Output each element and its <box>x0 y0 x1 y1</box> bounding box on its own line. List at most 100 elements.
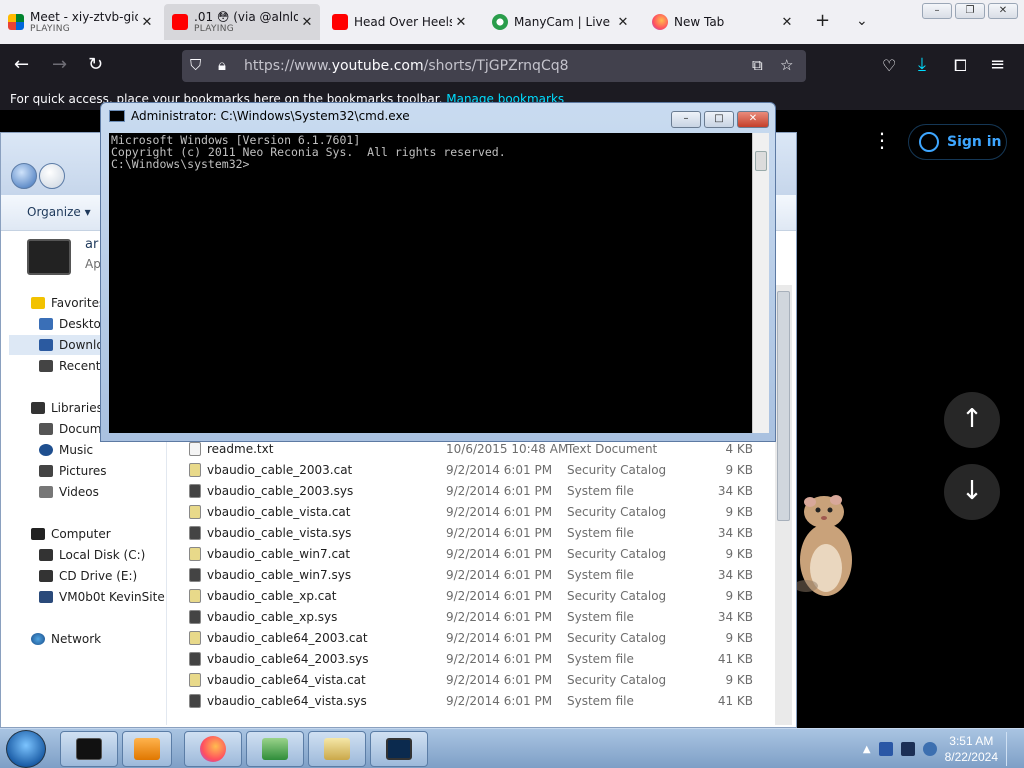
file-name: vbaudio_cable64_2003.cat <box>207 631 368 645</box>
taskbar-firefox[interactable] <box>184 731 242 767</box>
console-prompt: C:\Windows\system32> <box>111 157 250 171</box>
nav-favorites[interactable]: Favorites <box>31 293 105 313</box>
tracking-shield-icon[interactable]: ⛉ <box>190 56 201 74</box>
forward-icon[interactable]: → <box>52 54 67 75</box>
desktop-icon <box>39 318 53 330</box>
file-row[interactable]: vbaudio_cable_win7.cat 9/2/2014 6:01 PM Se… <box>171 544 767 565</box>
network-drive-icon <box>39 591 53 603</box>
url-text[interactable]: https://www.youtube.com/shorts/TjGPZrnqC… <box>244 58 569 74</box>
console-output[interactable]: Microsoft Windows [Version 6.1.7601] Copy… <box>109 133 752 433</box>
display-tray-icon[interactable] <box>900 742 915 756</box>
back-icon[interactable]: ← <box>14 54 29 75</box>
pocket-icon[interactable]: ♡ <box>882 56 896 75</box>
show-desktop-button[interactable] <box>1006 732 1016 766</box>
music-icon <box>39 444 53 456</box>
file-row[interactable]: vbaudio_cable_2003.sys 9/2/2014 6:01 PM Sy… <box>171 481 767 502</box>
nav-pictures[interactable]: Pictures <box>39 461 107 481</box>
extensions-icon[interactable]: ⧠ <box>954 56 967 76</box>
file-row[interactable]: vbaudio_cable64_2003.cat 9/2/2014 6:01 PM… <box>171 628 767 649</box>
file-name: vbaudio_cable64_vista.sys <box>207 694 367 708</box>
tab-meet[interactable]: Meet - xiy-ztvb-giq PLAYING ✕ <box>0 4 160 40</box>
close-tab-icon[interactable]: ✕ <box>778 15 796 30</box>
taskbar-console[interactable] <box>370 731 428 767</box>
more-vert-icon[interactable]: ⋮ <box>872 128 892 152</box>
close-tab-icon[interactable]: ✕ <box>138 15 156 30</box>
explorer-forward-button[interactable] <box>39 163 65 189</box>
file-size: 9 KB <box>725 631 753 645</box>
arrow-up-icon[interactable]: ↑ <box>944 392 1000 448</box>
file-row[interactable]: vbaudio_cable_vista.sys 9/2/2014 6:01 PM S… <box>171 523 767 544</box>
nav-recent[interactable]: Recent <box>39 356 100 376</box>
app-menu-icon[interactable]: ≡ <box>990 54 1005 75</box>
file-row[interactable]: vbaudio_cable_xp.sys 9/2/2014 6:01 PM Syst… <box>171 607 767 628</box>
list-all-tabs-icon[interactable]: ⌄ <box>856 13 868 29</box>
file-size: 4 KB <box>725 442 753 456</box>
volume-icon[interactable] <box>922 742 937 756</box>
new-tab-icon[interactable]: + <box>815 10 830 31</box>
sign-in-button[interactable]: Sign in <box>908 124 1007 160</box>
file-size: 9 KB <box>725 673 753 687</box>
pictures-icon <box>39 465 53 477</box>
reload-icon[interactable]: ↻ <box>88 54 103 75</box>
file-type: System file <box>567 694 634 708</box>
nav-vm-share[interactable]: VM0b0t KevinSite <box>39 587 165 607</box>
close-tab-icon[interactable]: ✕ <box>614 15 632 30</box>
network-tray-icon[interactable] <box>878 742 893 756</box>
tab-youtube-short[interactable]: .01 😳 (via @alnlorePLAYING ✕ <box>164 4 320 40</box>
arrow-down-icon[interactable]: ↓ <box>944 464 1000 520</box>
tab-manycam[interactable]: ManyCam | Live vid ✕ <box>484 4 636 40</box>
close-icon[interactable]: ✕ <box>737 111 769 128</box>
taskbar-cmd[interactable] <box>60 731 118 767</box>
nav-local-disk[interactable]: Local Disk (C:) <box>39 545 145 565</box>
minimize-icon[interactable]: – <box>922 3 952 19</box>
nav-desktop[interactable]: Desktop <box>39 314 109 334</box>
close-window-icon[interactable]: ✕ <box>988 3 1018 19</box>
downloads-icon[interactable]: ⤓ <box>918 54 926 75</box>
scrollbar-thumb[interactable] <box>777 291 790 521</box>
lock-icon[interactable]: 🔒︎ <box>218 56 226 74</box>
tab-head-over-heels[interactable]: Head Over Heels- T ✕ <box>324 4 474 40</box>
console-scrollbar[interactable] <box>752 133 769 433</box>
bookmark-star-icon[interactable]: ☆ <box>780 56 793 74</box>
file-row[interactable]: vbaudio_cable_xp.cat 9/2/2014 6:01 PM Secu… <box>171 586 767 607</box>
close-tab-icon[interactable]: ✕ <box>452 15 470 30</box>
close-tab-icon[interactable]: ✕ <box>298 15 316 30</box>
nav-videos[interactable]: Videos <box>39 482 99 502</box>
file-row[interactable]: vbaudio_cable_2003.cat 9/2/2014 6:01 PM Se… <box>171 460 767 481</box>
nav-libraries[interactable]: Libraries <box>31 398 103 418</box>
explorer-back-button[interactable] <box>11 163 37 189</box>
address-bar[interactable]: ⛉ 🔒︎ https://www.youtube.com/shorts/TjGP… <box>182 50 806 82</box>
sign-in-label: Sign in <box>947 134 1002 150</box>
maximize-icon[interactable]: □ <box>704 111 734 128</box>
explorer-scrollbar[interactable] <box>775 285 792 725</box>
file-row[interactable]: vbaudio_cable_win7.sys 9/2/2014 6:01 PM Sy… <box>171 565 767 586</box>
start-button[interactable] <box>6 730 46 768</box>
picture-in-picture-icon[interactable]: ⧉ <box>752 56 763 74</box>
youtube-icon <box>332 14 348 30</box>
taskbar-media-player[interactable] <box>122 731 172 767</box>
cmd-icon <box>109 110 125 122</box>
nav-cd-drive[interactable]: CD Drive (E:) <box>39 566 137 586</box>
organize-button[interactable]: Organize ▾ <box>27 205 91 219</box>
nav-computer[interactable]: Computer <box>31 524 111 544</box>
taskbar-explorer[interactable] <box>308 731 366 767</box>
cmd-title: Administrator: C:\Windows\System32\cmd.e… <box>131 109 410 123</box>
file-row[interactable]: vbaudio_cable64_2003.sys 9/2/2014 6:01 PM… <box>171 649 767 670</box>
clock[interactable]: 3:51 AM 8/22/2024 <box>945 733 998 765</box>
show-hidden-icons-icon[interactable]: ▲ <box>863 744 871 755</box>
browser-tab-bar: Meet - xiy-ztvb-giq PLAYING ✕ .01 😳 (via … <box>0 0 1024 44</box>
cmd-title-bar[interactable]: Administrator: C:\Windows\System32\cmd.e… <box>109 109 410 123</box>
file-row[interactable]: vbaudio_cable64_vista.sys 9/2/2014 6:01 P… <box>171 691 767 712</box>
maximize-icon[interactable]: ❐ <box>955 3 985 19</box>
file-row[interactable]: readme.txt 10/6/2015 10:48 AM Text Documen… <box>171 439 767 460</box>
nav-music[interactable]: Music <box>39 440 93 460</box>
scrollbar-thumb[interactable] <box>755 151 767 171</box>
minimize-icon[interactable]: – <box>671 111 701 128</box>
file-type: Security Catalog <box>567 673 667 687</box>
file-row[interactable]: vbaudio_cable_vista.cat 9/2/2014 6:01 PM S… <box>171 502 767 523</box>
file-row[interactable]: vbaudio_cable64_vista.cat 9/2/2014 6:01 P… <box>171 670 767 691</box>
taskbar-manycam[interactable] <box>246 731 304 767</box>
nav-network[interactable]: Network <box>31 629 101 649</box>
tab-new-tab[interactable]: New Tab ✕ <box>644 4 800 40</box>
nav-documents[interactable]: Docum <box>39 419 101 439</box>
